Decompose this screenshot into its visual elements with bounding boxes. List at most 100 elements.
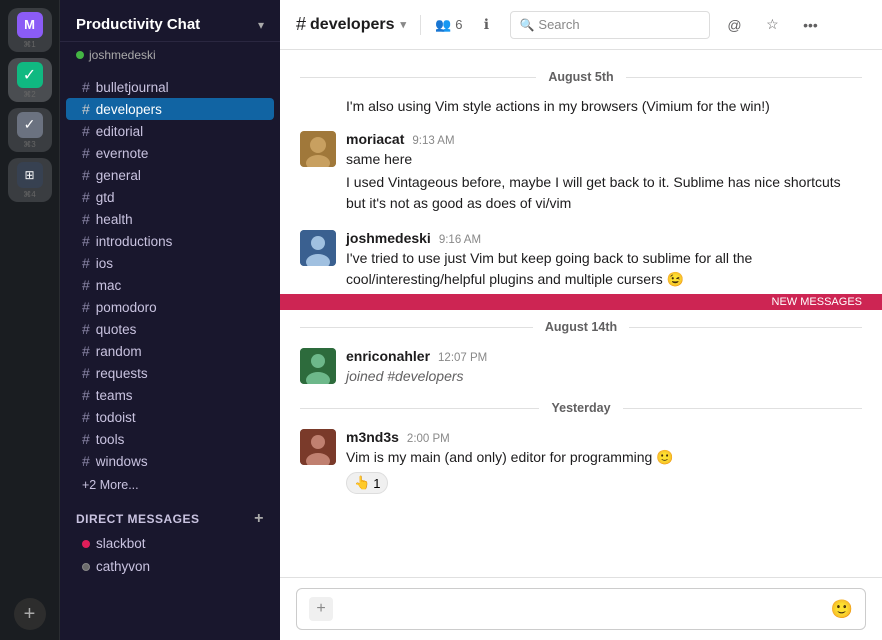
hash-icon: # [82,387,90,403]
hash-icon: # [82,101,90,117]
divider-line [300,408,539,409]
message-content-joshmedeski: joshmedeski 9:16 AM I've tried to use ju… [346,230,862,290]
channel-item-requests[interactable]: # requests [66,362,274,384]
app-icon-3[interactable]: ✓ ⌘3 [8,108,52,152]
channel-item-todoist[interactable]: # todoist [66,406,274,428]
info-button[interactable]: ℹ [472,11,500,39]
channel-item-quotes[interactable]: # quotes [66,318,274,340]
channel-list: # bulletjournal # developers # editorial… [60,72,280,640]
message-header-joshmedeski: joshmedeski 9:16 AM [346,230,862,246]
avatar-moriacat [300,131,336,167]
app-icon-4-shortcut: ⌘4 [23,190,35,199]
app-sidebar: M ⌘1 ✓ ⌘2 ✓ ⌘3 ⊞ ⌘4 + [0,0,60,640]
channel-label: health [96,212,133,227]
members-button[interactable]: 👥 6 [435,17,462,33]
avatar-joshmedeski [300,230,336,266]
channel-item-gtd[interactable]: # gtd [66,186,274,208]
message-content-moriacat: moriacat 9:13 AM same here I used Vintag… [346,131,862,214]
channel-label: random [96,344,142,359]
search-icon: 🔍 [519,18,534,32]
hash-icon: # [82,123,90,139]
workspace-username: joshmedeski [89,48,156,62]
channel-item-teams[interactable]: # teams [66,384,274,406]
dm-name: slackbot [96,536,146,551]
date-divider-aug14: August 14th [280,310,882,344]
app-icon-4[interactable]: ⊞ ⌘4 [8,158,52,202]
chat-messages: August 5th I'm also using Vim style acti… [280,50,882,577]
channel-item-tools[interactable]: # tools [66,428,274,450]
divider-line [300,327,533,328]
date-divider-aug5: August 5th [280,60,882,94]
hash-icon: # [82,145,90,161]
channel-item-health[interactable]: # health [66,208,274,230]
online-status-dot [76,51,84,59]
channel-item-bulletjournal[interactable]: # bulletjournal [66,76,274,98]
new-messages-label: NEW MESSAGES [772,296,862,308]
workspace-title: Productivity Chat [76,16,200,33]
channel-label: evernote [96,146,149,161]
channel-item-pomodoro[interactable]: # pomodoro [66,296,274,318]
message-content-m3nd3s: m3nd3s 2:00 PM Vim is my main (and only)… [346,429,862,494]
date-label-aug14: August 14th [545,320,617,334]
channel-item-general[interactable]: # general [66,164,274,186]
date-label-aug5: August 5th [548,70,613,84]
channel-item-windows[interactable]: # windows [66,450,274,472]
channel-item-mac[interactable]: # mac [66,274,274,296]
hash-icon: # [82,431,90,447]
search-box[interactable]: 🔍 Search [510,11,710,39]
message-author-joshmedeski: joshmedeski [346,230,431,246]
message-time-moriacat: 9:13 AM [412,135,454,147]
channel-sidebar: Productivity Chat ▾ joshmedeski # bullet… [60,0,280,640]
show-more-channels[interactable]: +2 More... [66,474,274,496]
channel-label: quotes [96,322,137,337]
channel-item-introductions[interactable]: # introductions [66,230,274,252]
chat-header: # developers ▾ 👥 6 ℹ 🔍 Search @ ☆ ••• [280,0,882,50]
reaction-thumbsup[interactable]: 👆 1 [346,472,388,494]
message-header-moriacat: moriacat 9:13 AM [346,131,862,147]
header-divider [420,15,421,35]
main-chat: # developers ▾ 👥 6 ℹ 🔍 Search @ ☆ ••• [280,0,882,640]
add-workspace-button[interactable]: + [14,598,46,630]
message-author-m3nd3s: m3nd3s [346,429,399,445]
channel-item-developers[interactable]: # developers [66,98,274,120]
more-icon: ••• [803,17,818,33]
channel-item-editorial[interactable]: # editorial [66,120,274,142]
emoji-button[interactable]: 🙂 [831,599,853,620]
app-icon-1[interactable]: M ⌘1 [8,8,52,52]
message-header-enriconahler: enriconahler 12:07 PM [346,348,862,364]
message-time-enriconahler: 12:07 PM [438,352,487,364]
input-add-button[interactable]: + [309,597,333,621]
channel-label: windows [96,454,148,469]
message-header-m3nd3s: m3nd3s 2:00 PM [346,429,862,445]
reaction-emoji: 👆 [354,475,370,491]
app-icon-2-shortcut: ⌘2 [23,90,35,99]
app-icon-3-shortcut: ⌘3 [23,140,35,149]
message-text-vimium: I'm also using Vim style actions in my b… [346,98,770,114]
star-button[interactable]: ☆ [758,11,786,39]
dm-item-cathyvon[interactable]: cathyvon [66,555,274,578]
chat-input-field[interactable] [341,601,823,617]
hash-icon: # [82,167,90,183]
new-messages-bar: NEW MESSAGES [280,294,882,310]
workspace-chevron-icon[interactable]: ▾ [258,18,264,32]
divider-line [629,327,862,328]
dm-name: cathyvon [96,559,150,574]
workspace-user: joshmedeski [60,42,280,72]
hash-icon: # [82,409,90,425]
at-button[interactable]: @ [720,11,748,39]
channel-item-ios[interactable]: # ios [66,252,274,274]
hash-icon: # [82,453,90,469]
dm-item-slackbot[interactable]: slackbot [66,532,274,555]
channel-label: pomodoro [96,300,157,315]
more-button[interactable]: ••• [796,11,824,39]
member-count: 6 [455,17,462,32]
hash-icon: # [82,189,90,205]
channel-label: ios [96,256,113,271]
workspace-header: Productivity Chat ▾ [60,0,280,42]
channel-name-header: # developers ▾ [296,14,406,35]
channel-item-evernote[interactable]: # evernote [66,142,274,164]
add-direct-message-button[interactable]: + [254,510,264,528]
channel-item-random[interactable]: # random [66,340,274,362]
app-icon-2[interactable]: ✓ ⌘2 [8,58,52,102]
message-text-joshmedeski: I've tried to use just Vim but keep goin… [346,248,862,290]
